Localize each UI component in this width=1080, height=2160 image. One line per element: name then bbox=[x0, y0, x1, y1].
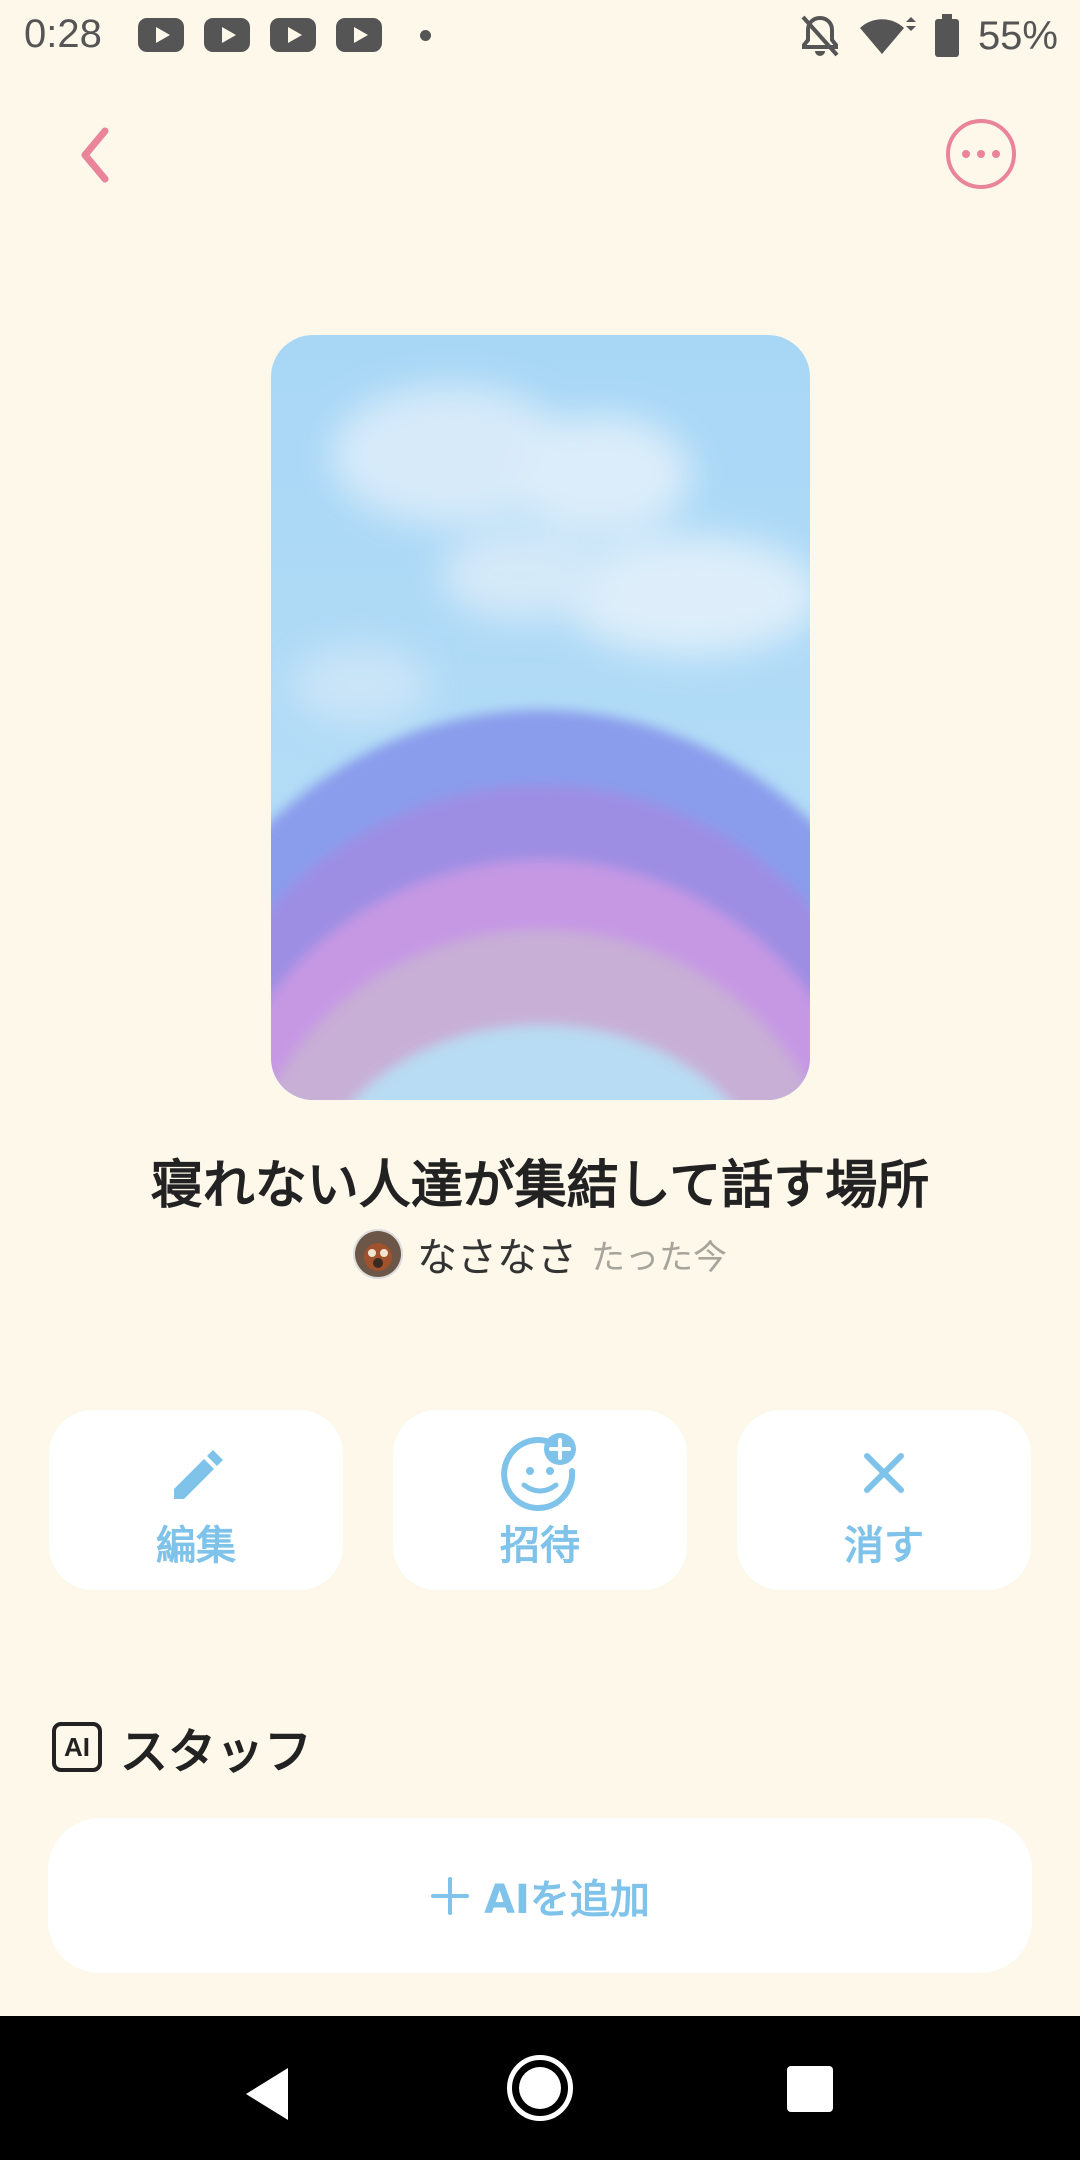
more-horizontal-icon-dot bbox=[992, 150, 1000, 158]
system-home-icon[interactable] bbox=[507, 2055, 573, 2121]
status-time: 0:28 bbox=[24, 12, 102, 56]
youtube-icon bbox=[336, 18, 382, 52]
more-horizontal-icon-dot bbox=[962, 150, 970, 158]
delete-label: 消す bbox=[844, 1523, 924, 1569]
delete-button[interactable]: 消す bbox=[737, 1410, 1031, 1590]
avatar[interactable] bbox=[353, 1229, 403, 1279]
status-bar: 0:28 55% bbox=[0, 0, 1080, 72]
close-icon bbox=[864, 1453, 904, 1493]
chevron-left-icon bbox=[81, 127, 109, 183]
invite-face-plus-icon bbox=[501, 1433, 576, 1512]
more-options-button[interactable] bbox=[946, 119, 1016, 189]
more-horizontal-icon-dot bbox=[977, 150, 985, 158]
post-time: たった今 bbox=[591, 1237, 727, 1278]
system-navigation-bar bbox=[0, 2016, 1080, 2160]
edit-label: 編集 bbox=[156, 1523, 236, 1569]
room-detail-screen: 0:28 55% 寝れない人達が集結して話す場所 なさなさ たった今 編集 招待… bbox=[0, 0, 1080, 2160]
battery-icon bbox=[934, 14, 959, 57]
room-title: 寝れない人達が集結して話す場所 bbox=[150, 1156, 930, 1216]
staff-section-title: スタッフ bbox=[120, 1724, 313, 1780]
invite-label: 招待 bbox=[500, 1523, 580, 1569]
edit-button[interactable]: 編集 bbox=[49, 1410, 343, 1590]
staff-section-header: AI スタッフ bbox=[52, 1712, 312, 1782]
ai-badge-icon: AI bbox=[52, 1722, 102, 1772]
room-cover-image bbox=[271, 335, 810, 1100]
back-button[interactable] bbox=[60, 120, 130, 190]
system-recents-icon[interactable] bbox=[787, 2066, 833, 2112]
system-back-icon[interactable] bbox=[246, 2068, 288, 2120]
avatar-image bbox=[355, 1231, 401, 1277]
youtube-icon bbox=[138, 18, 184, 52]
add-ai-button[interactable]: AIを追加 bbox=[48, 1818, 1032, 1973]
battery-percentage: 55% bbox=[977, 13, 1058, 58]
dot-icon bbox=[420, 30, 431, 41]
invite-button[interactable]: 招待 bbox=[393, 1410, 687, 1590]
status-icons: 55% bbox=[800, 12, 1058, 60]
youtube-icon bbox=[270, 18, 316, 52]
bell-off-icon bbox=[801, 15, 839, 57]
plus-icon bbox=[431, 1876, 470, 1915]
youtube-icon bbox=[204, 18, 250, 52]
wifi-icon bbox=[859, 17, 916, 54]
sky-rainbow-illustration bbox=[271, 335, 810, 1100]
author-row: なさなさ たった今 bbox=[0, 1225, 1080, 1283]
author-name[interactable]: なさなさ bbox=[417, 1225, 577, 1283]
add-ai-label: AIを追加 bbox=[484, 1876, 650, 1923]
pencil-icon bbox=[174, 1450, 223, 1499]
